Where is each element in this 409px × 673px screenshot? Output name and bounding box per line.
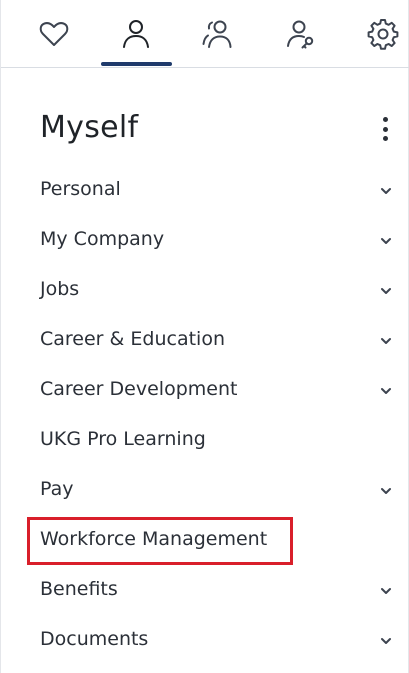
icon-tab-bar bbox=[1, 0, 409, 68]
menu-item-my-company[interactable]: My Company bbox=[1, 216, 409, 266]
menu-item-benefits[interactable]: Benefits bbox=[1, 566, 409, 616]
menu-item-workforce-management[interactable]: Workforce Management bbox=[1, 516, 409, 566]
menu-item-label: Career & Education bbox=[40, 328, 225, 350]
page-title: Myself bbox=[40, 110, 139, 145]
menu-item-label: Career Development bbox=[40, 378, 238, 400]
gear-icon bbox=[367, 19, 399, 50]
menu-item-career-education[interactable]: Career & Education bbox=[1, 316, 409, 366]
more-vertical-icon[interactable] bbox=[373, 114, 397, 144]
menu-item-label: UKG Pro Learning bbox=[40, 428, 206, 450]
menu-item-career-development[interactable]: Career Development bbox=[1, 366, 409, 416]
menu-item-label: Jobs bbox=[40, 278, 80, 300]
menu-item-label: My Company bbox=[40, 228, 165, 250]
myself-menu: Personal My Company Jobs Career & Educat… bbox=[1, 166, 409, 666]
menu-item-personal[interactable]: Personal bbox=[1, 166, 409, 216]
person-key-icon bbox=[287, 20, 314, 49]
tab-myself[interactable] bbox=[101, 0, 171, 68]
tab-favorites[interactable] bbox=[19, 0, 89, 68]
chevron-down-icon[interactable] bbox=[379, 234, 393, 248]
person-icon bbox=[123, 20, 149, 48]
myself-panel: Myself Personal My Company Jobs Career &… bbox=[0, 0, 409, 673]
active-tab-indicator bbox=[101, 62, 172, 66]
chevron-down-icon[interactable] bbox=[379, 634, 393, 648]
chevron-down-icon[interactable] bbox=[379, 484, 393, 498]
tab-team[interactable] bbox=[182, 0, 252, 68]
heart-icon bbox=[39, 22, 69, 46]
menu-item-label: Benefits bbox=[40, 578, 118, 600]
menu-item-label: Personal bbox=[40, 178, 121, 200]
people-icon bbox=[202, 20, 232, 48]
menu-item-pay[interactable]: Pay bbox=[1, 466, 409, 516]
chevron-down-icon[interactable] bbox=[379, 384, 393, 398]
menu-item-label: Pay bbox=[40, 478, 74, 500]
chevron-down-icon[interactable] bbox=[379, 584, 393, 598]
menu-item-label: Workforce Management bbox=[40, 528, 268, 550]
menu-item-label: Documents bbox=[40, 628, 149, 650]
chevron-down-icon[interactable] bbox=[379, 284, 393, 298]
chevron-down-icon[interactable] bbox=[379, 334, 393, 348]
tab-settings[interactable] bbox=[348, 0, 409, 68]
menu-item-jobs[interactable]: Jobs bbox=[1, 266, 409, 316]
tab-manager[interactable] bbox=[266, 0, 336, 68]
menu-item-ukg-pro-learning[interactable]: UKG Pro Learning bbox=[1, 416, 409, 466]
menu-item-documents[interactable]: Documents bbox=[1, 616, 409, 666]
chevron-down-icon[interactable] bbox=[379, 184, 393, 198]
